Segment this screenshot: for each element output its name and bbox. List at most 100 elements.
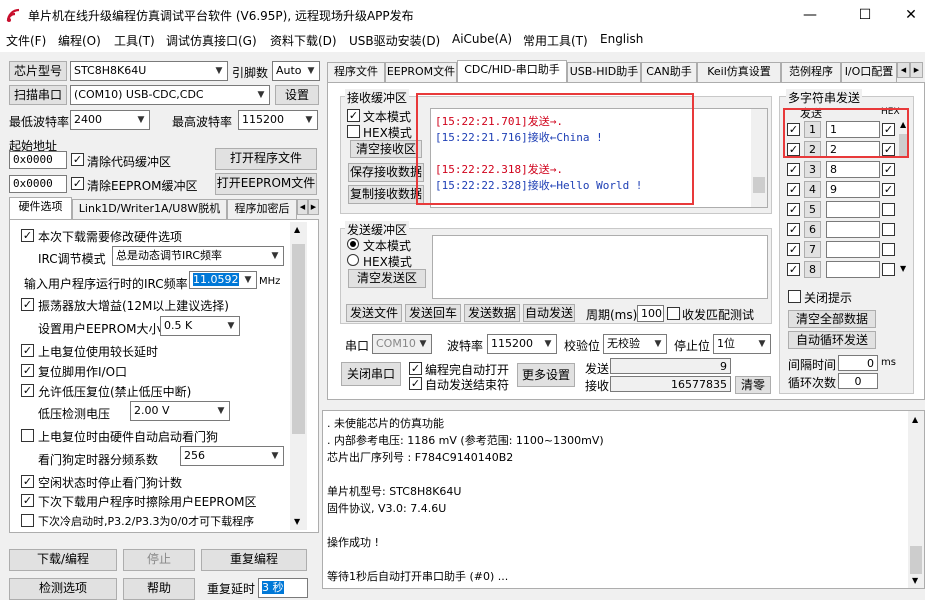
multi-string-input[interactable]: 9 (826, 181, 880, 198)
scan-port-button[interactable]: 扫描串口 (9, 85, 67, 105)
wdt-div-select[interactable]: 256 ▼ (180, 446, 284, 466)
multi-send-button[interactable]: 3 (804, 161, 821, 178)
send-hex-mode-radio[interactable] (347, 254, 359, 266)
scroll-down-icon[interactable]: ▼ (900, 264, 906, 273)
close-hint-checkbox[interactable] (788, 290, 801, 303)
send-data-button[interactable]: 发送数据 (464, 304, 520, 322)
multi-hex-checkbox[interactable]: ✓ (882, 183, 895, 196)
auto-loop-send-button[interactable]: 自动循环发送 (788, 331, 876, 349)
tab-can[interactable]: CAN助手 (641, 62, 697, 82)
multi-send-checkbox[interactable]: ✓ (787, 243, 800, 256)
eeprom-size-select[interactable]: 0.5 K ▼ (160, 316, 240, 336)
clear-code-checkbox[interactable]: ✓ (71, 153, 84, 166)
auto-open-checkbox[interactable]: ✓ (409, 362, 422, 375)
multi-string-input[interactable] (826, 201, 880, 218)
menu-usb-driver[interactable]: USB驱动安装(D) (349, 32, 440, 49)
maximize-button[interactable]: ☐ (842, 0, 888, 30)
menu-file[interactable]: 文件(F) (6, 32, 46, 49)
tab-io-config[interactable]: I/O口配置 (841, 62, 897, 82)
multi-hex-checkbox[interactable] (882, 203, 895, 216)
interval-input[interactable]: 0 (838, 355, 878, 371)
stop-bits-select[interactable]: 1位 ▼ (713, 334, 771, 354)
scroll-up-icon[interactable]: ▲ (294, 225, 300, 234)
download-button[interactable]: 下载/编程 (9, 549, 117, 571)
clear-count-button[interactable]: 清零 (735, 376, 771, 394)
multi-send-button[interactable]: 8 (804, 261, 821, 278)
more-settings-button[interactable]: 更多设置 (517, 363, 575, 387)
output-log-scrollbar[interactable]: ▲ ▼ (908, 411, 924, 588)
wdt-auto-checkbox[interactable] (21, 429, 34, 442)
open-program-button[interactable]: 打开程序文件 (215, 148, 317, 170)
eeprom-address-input[interactable]: 0x0000 (9, 175, 67, 193)
tab-scroll-left-icon[interactable]: ◀ (897, 62, 910, 78)
menu-debug[interactable]: 调试仿真接口(G) (166, 32, 257, 49)
multi-send-button[interactable]: 5 (804, 201, 821, 218)
options-scrollbar[interactable]: ▲ ▼ (290, 222, 307, 530)
repeat-delay-select[interactable]: 3 秒 (258, 578, 308, 598)
send-file-button[interactable]: 发送文件 (346, 304, 402, 322)
scroll-thumb[interactable] (910, 546, 922, 574)
menu-aicube[interactable]: AiCube(A) (452, 32, 512, 46)
tab-scroll-right-icon[interactable]: ▶ (308, 199, 319, 215)
scroll-thumb[interactable] (292, 244, 305, 434)
tab-examples[interactable]: 范例程序 (781, 62, 841, 82)
erase-eeprom-checkbox[interactable]: ✓ (21, 494, 34, 507)
auto-send-button[interactable]: 自动发送 (523, 304, 575, 322)
open-eeprom-button[interactable]: 打开EEPROM文件 (215, 173, 317, 195)
tab-hardware-options[interactable]: 硬件选项 (9, 197, 72, 219)
close-button[interactable]: ✕ (888, 0, 925, 30)
clear-send-button[interactable]: 清空发送区 (348, 269, 426, 288)
scroll-down-icon[interactable]: ▼ (294, 517, 300, 526)
parity-select[interactable]: 无校验 ▼ (603, 334, 667, 354)
multi-hex-checkbox[interactable] (882, 263, 895, 276)
irc-mode-select[interactable]: 总是动态调节IRC频率 ▼ (112, 246, 284, 266)
menu-download[interactable]: 资料下载(D) (270, 32, 337, 49)
copy-receive-button[interactable]: 复制接收数据 (348, 185, 424, 204)
clear-receive-button[interactable]: 清空接收区 (350, 140, 422, 158)
tab-serial-assistant[interactable]: CDC/HID-串口助手 (457, 60, 567, 82)
close-port-button[interactable]: 关闭串口 (341, 362, 401, 386)
multi-hex-checkbox[interactable]: ✓ (882, 163, 895, 176)
settings-button[interactable]: 设置 (275, 85, 319, 105)
tab-program-file[interactable]: 程序文件 (327, 62, 385, 82)
check-options-button[interactable]: 检测选项 (9, 578, 117, 600)
multi-hex-checkbox[interactable] (882, 223, 895, 236)
send-text-mode-radio[interactable] (347, 238, 359, 250)
osc-gain-checkbox[interactable]: ✓ (21, 298, 34, 311)
chip-model-select[interactable]: STC8H8K64U ▼ (70, 61, 228, 81)
minimize-button[interactable]: — (787, 0, 833, 30)
tab-keil-sim[interactable]: Keil仿真设置 (697, 62, 781, 82)
menu-common-tools[interactable]: 常用工具(T) (523, 32, 588, 49)
clear-all-data-button[interactable]: 清空全部数据 (788, 310, 876, 328)
tab-eeprom-file[interactable]: EEPROM文件 (385, 62, 457, 82)
stop-button[interactable]: 停止 (123, 549, 195, 571)
send-cr-button[interactable]: 发送回车 (405, 304, 461, 322)
idle-wdt-stop-checkbox[interactable]: ✓ (21, 475, 34, 488)
loop-count-input[interactable]: 0 (838, 373, 878, 389)
hw-change-checkbox[interactable]: ✓ (21, 229, 34, 242)
recv-match-checkbox[interactable] (667, 307, 680, 320)
multi-send-button[interactable]: 6 (804, 221, 821, 238)
port-select[interactable]: COM10 ▼ (372, 334, 432, 354)
poweron-delay-checkbox[interactable]: ✓ (21, 344, 34, 357)
multi-string-input[interactable] (826, 221, 880, 238)
irc-freq-select[interactable]: 11.0592 ▼ (189, 271, 257, 289)
tab-offline-writer[interactable]: Link1D/Writer1A/U8W脱机 (72, 199, 227, 219)
multi-string-input[interactable] (826, 241, 880, 258)
multi-send-checkbox[interactable]: ✓ (787, 263, 800, 276)
tab-usb-hid[interactable]: USB-HID助手 (567, 62, 641, 82)
multi-hex-checkbox[interactable] (882, 243, 895, 256)
tab-scroll-left-icon[interactable]: ◀ (297, 199, 308, 215)
baud-select[interactable]: 115200 ▼ (487, 334, 557, 354)
recv-text-mode-checkbox[interactable]: ✓ (347, 109, 360, 122)
multi-send-checkbox[interactable]: ✓ (787, 223, 800, 236)
multi-send-checkbox[interactable]: ✓ (787, 203, 800, 216)
save-receive-button[interactable]: 保存接收数据 (348, 163, 424, 182)
multi-send-button[interactable]: 4 (804, 181, 821, 198)
lvd-reset-checkbox[interactable]: ✓ (21, 384, 34, 397)
recv-hex-mode-checkbox[interactable] (347, 125, 360, 138)
tab-encryption[interactable]: 程序加密后 (227, 199, 297, 219)
output-log[interactable]: . 未使能芯片的仿真功能 . 内部参考电压: 1186 mV (参考范围: 11… (322, 410, 925, 589)
receive-log-scrollbar[interactable] (751, 109, 767, 207)
next-cold-boot-checkbox[interactable] (21, 514, 34, 527)
